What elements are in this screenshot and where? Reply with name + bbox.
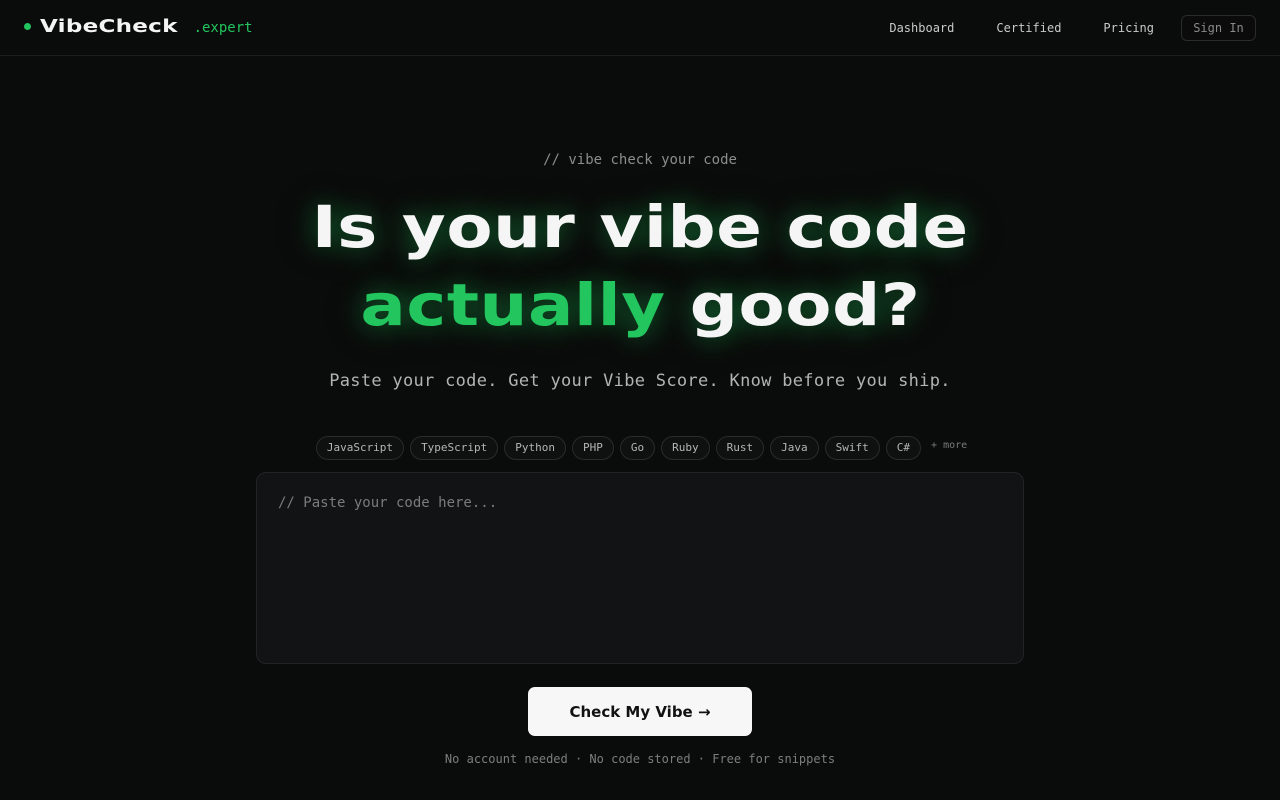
brand-name: VibeCheck — [40, 16, 178, 37]
nav-link-dashboard[interactable]: Dashboard — [889, 14, 954, 42]
hero-eyebrow: // vibe check your code — [543, 152, 737, 168]
language-chip-swift[interactable]: Swift — [824, 436, 880, 460]
headline-text-1: Is your vibe code — [311, 193, 969, 261]
headline-text-2: actually good? — [360, 276, 920, 334]
headline-accent-word: actually — [359, 271, 666, 339]
footnote: No account needed · No code stored · Fre… — [444, 752, 836, 766]
code-input[interactable] — [256, 472, 1024, 664]
brand-tld: .expert — [193, 20, 253, 36]
main-nav: Dashboard Certified Pricing Sign In — [889, 14, 1256, 42]
headline-line-2: actually good? — [0, 276, 1280, 334]
language-chip-php[interactable]: PHP — [572, 436, 614, 460]
language-chip-javascript[interactable]: JavaScript — [315, 436, 405, 460]
nav-link-certified[interactable]: Certified — [996, 14, 1061, 42]
headline-rest: good? — [689, 271, 921, 339]
language-chip-python[interactable]: Python — [504, 436, 567, 460]
language-chip-java[interactable]: Java — [770, 436, 819, 460]
hero-subhead: Paste your code. Get your Vibe Score. Kn… — [329, 371, 951, 391]
status-dot-icon — [24, 23, 31, 30]
check-my-vibe-button[interactable]: Check My Vibe → — [528, 687, 752, 736]
language-chip-rust[interactable]: Rust — [715, 436, 765, 460]
nav-link-pricing[interactable]: Pricing — [1103, 14, 1154, 42]
more-languages-link[interactable]: + more — [931, 440, 967, 451]
language-chips: JavaScript TypeScript Python PHP Go Ruby… — [0, 436, 1280, 460]
language-chip-go[interactable]: Go — [619, 436, 656, 460]
top-navbar: VibeCheck .expert Dashboard Certified Pr… — [0, 0, 1280, 56]
brand-logo[interactable]: VibeCheck .expert — [24, 16, 253, 37]
headline-line-1: Is your vibe code — [0, 198, 1280, 256]
language-chip-ruby[interactable]: Ruby — [661, 436, 710, 460]
language-chip-csharp[interactable]: C# — [885, 436, 922, 460]
language-chip-typescript[interactable]: TypeScript — [410, 436, 499, 460]
sign-in-button[interactable]: Sign In — [1181, 15, 1256, 41]
